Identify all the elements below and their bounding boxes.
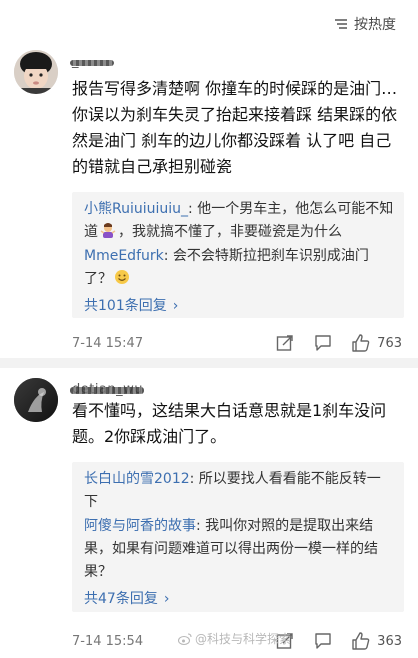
comment-item: _ 报告写得多清楚啊 你撞车的时候踩的是油门…你误以为刹车失灵了抬起来接着踩 结… [0,40,418,358]
view-more-replies-link[interactable]: 共101条回复 › [84,295,178,318]
reply-item: 长白山的雪2012: 所以要找人看看能不能反转一下 [84,468,394,514]
reply-item: 小熊Ruiuiuiuiu_: 他一个男车主，他怎么可能不知道 ，我就搞不懂了，非… [84,198,394,244]
comment-username[interactable]: _ [70,54,114,69]
smile-emoji-icon [115,270,129,284]
like-count: 763 [377,335,402,351]
reply-username[interactable]: 长白山的雪2012 [84,471,190,487]
reply-box[interactable]: 小熊Ruiuiuiuiu_: 他一个男车主，他怎么可能不知道 ，我就搞不懂了，非… [72,192,404,318]
avatar-image [14,50,58,94]
avatar[interactable] [14,50,58,94]
redaction-scribble [70,60,114,66]
comment-divider [0,358,418,368]
comment-username[interactable]: detian_wu [70,382,144,397]
reply-username[interactable]: 阿傻与阿香的故事 [84,518,196,534]
like-button[interactable]: 763 [351,333,402,353]
shrug-emoji-icon [100,223,116,238]
comment-icon[interactable] [313,631,333,651]
comment-meta: 7-14 15:47 763 [72,332,402,354]
sort-toggle[interactable]: 按热度 [334,10,396,38]
reply-username[interactable]: 小熊Ruiuiuiuiu_ [84,201,188,217]
chevron-right-icon: › [163,591,170,607]
comment-text: 看不懂吗，这结果大白话意思就是1刹车没问题。2你踩成油门了。 [72,401,387,446]
reply-text-continued: ，我就搞不懂了，非要碰瓷是为什么 [118,224,342,240]
view-more-replies-link[interactable]: 共47条回复 › [84,588,169,611]
thumbs-up-icon [352,334,370,352]
redaction-scribble [70,387,144,394]
comment-time: 7-14 15:47 [72,335,144,351]
reply-item: MmeEdfurk: 会不会特斯拉把刹车识别成油门了？ [84,245,394,291]
comment-text: 报告写得多清楚啊 你撞车的时候踩的是油门…你误以为刹车失灵了抬起来接着踩 结果踩… [72,79,398,176]
share-icon[interactable] [275,333,295,353]
chevron-right-icon: › [172,298,179,314]
sort-icon [335,19,347,29]
thumbs-up-icon [352,632,370,650]
like-count: 363 [377,633,402,649]
comment-icon[interactable] [313,333,333,353]
weibo-logo-icon [178,632,192,645]
reply-item: 阿傻与阿香的故事: 我叫你对照的是提取出来结果，如果有问题难道可以得出两份一模一… [84,515,394,584]
sort-label: 按热度 [354,17,396,33]
watermark-text: @科技与科学探索 [195,632,292,646]
like-button[interactable]: 363 [351,631,402,651]
reply-box[interactable]: 长白山的雪2012: 所以要找人看看能不能反转一下 阿傻与阿香的故事: 我叫你对… [72,462,404,612]
reply-username[interactable]: MmeEdfurk [84,248,164,264]
watermark: @科技与科学探索 [178,630,291,647]
comment-item: detian_wu 看不懂吗，这结果大白话意思就是1刹车没问题。2你踩成油门了。… [0,368,418,658]
avatar-image [14,378,58,422]
avatar[interactable] [14,378,58,422]
